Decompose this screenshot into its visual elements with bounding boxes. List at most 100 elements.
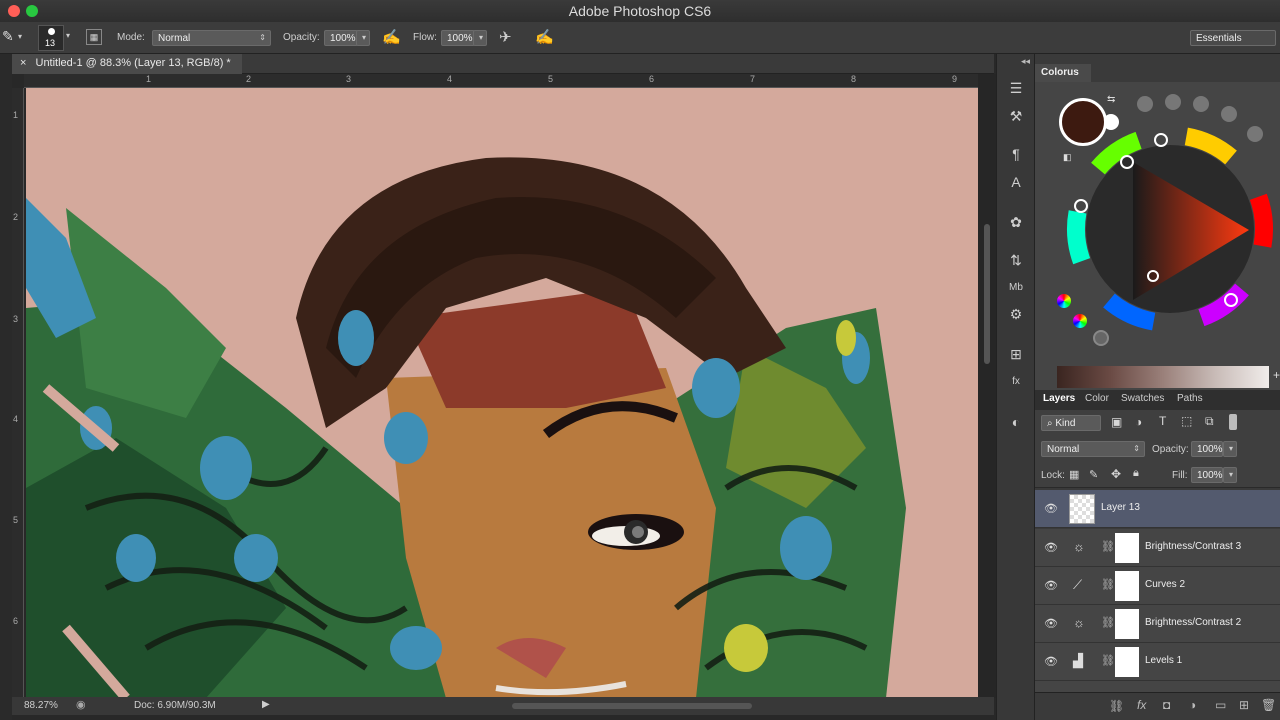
harmony-knob-icon[interactable] (1221, 106, 1237, 122)
filter-toggle-switch[interactable] (1229, 414, 1237, 430)
document-tab[interactable]: × Untitled-1 @ 88.3% (Layer 13, RGB/8) * (12, 54, 242, 74)
flow-input[interactable]: 100% (441, 30, 475, 46)
vertical-scrollbar-thumb[interactable] (984, 224, 990, 364)
layer-row[interactable]: 👁︎ ☼ ⛓︎ Brightness/Contrast 3 (1035, 529, 1280, 567)
lock-transparent-icon[interactable]: ▦ (1069, 468, 1079, 481)
chain-link-icon[interactable]: ⛓︎ (1101, 578, 1115, 591)
add-swatch-icon[interactable]: + (1273, 368, 1280, 382)
clone-source-icon[interactable]: ⚙ (1005, 304, 1027, 324)
sun-icon: ☼ (1073, 615, 1085, 630)
character-icon[interactable]: A (1005, 172, 1027, 192)
filter-pixel-icon[interactable]: ▣ (1111, 415, 1122, 429)
collapse-panels-icon[interactable]: ◂◂ (1021, 56, 1030, 67)
workspace-switcher[interactable]: Essentials (1190, 30, 1276, 46)
blend-mode-select[interactable]: Normal ⇕ (1041, 441, 1145, 457)
link-layers-icon[interactable]: ⛓︎ (1109, 699, 1124, 713)
layer-mask-thumbnail[interactable] (1115, 647, 1139, 677)
delete-layer-trash-icon[interactable]: 🗑︎ (1261, 698, 1276, 712)
actions-icon[interactable]: fx (1005, 372, 1027, 392)
navigator-icon[interactable]: ⊞ (1005, 344, 1027, 364)
mini-bridge-icon[interactable]: Mb (1005, 278, 1027, 298)
brush-tool-icon[interactable]: ✎ (2, 28, 14, 45)
layer-opacity-input[interactable]: 100% (1191, 441, 1223, 457)
ruler-tick-label: 3 (346, 74, 352, 84)
horizontal-scrollbar-thumb[interactable] (512, 703, 752, 709)
tab-color[interactable]: Color (1085, 393, 1109, 404)
layer-row[interactable]: 👁︎ ☼ ⛓︎ Brightness/Contrast 2 (1035, 605, 1280, 643)
brush-tip-icon (48, 28, 55, 35)
styles-icon[interactable]: ✿ (1005, 212, 1027, 232)
brush-preset-picker[interactable]: 13 (38, 25, 64, 51)
lock-position-icon[interactable]: ✥ (1111, 467, 1121, 481)
paragraph-icon[interactable]: ¶ (1005, 144, 1027, 164)
layer-mask-thumbnail[interactable] (1115, 533, 1139, 563)
visibility-eye-icon[interactable]: 👁︎ (1044, 655, 1058, 668)
sun-icon: ☼ (1073, 539, 1085, 554)
fill-slider-button[interactable]: ▾ (1223, 467, 1237, 483)
brush-picker-arrow-icon[interactable]: ▾ (66, 31, 70, 40)
tool-presets-icon[interactable]: ⚒ (1005, 106, 1027, 126)
visibility-eye-icon[interactable]: 👁︎ (1044, 579, 1058, 592)
new-adjustment-layer-icon[interactable]: ◑ (1189, 698, 1196, 712)
tool-preset-arrow-icon[interactable]: ▾ (18, 32, 22, 41)
color-wheel-panel-icon[interactable]: ◐ (1005, 412, 1027, 432)
shape-mode-icon[interactable] (1093, 330, 1109, 346)
layer-row[interactable]: 👁︎ ⟋ ⛓︎ Curves 2 (1035, 567, 1280, 605)
opacity-slider-button[interactable]: ▾ (356, 30, 370, 46)
mode-select[interactable]: Normal ⇕ (152, 30, 271, 46)
chain-link-icon[interactable]: ⛓︎ (1101, 616, 1115, 629)
history-icon[interactable]: ⇅ (1005, 250, 1027, 270)
layer-mask-thumbnail[interactable] (1115, 609, 1139, 639)
close-tab-icon[interactable]: × (20, 57, 26, 69)
visibility-eye-icon[interactable]: 👁︎ (1044, 502, 1058, 515)
tablet-pressure-size-icon[interactable]: ✍ (535, 28, 554, 46)
document-canvas[interactable] (26, 88, 978, 698)
layer-mask-thumbnail[interactable] (1115, 571, 1139, 601)
lock-all-icon[interactable]: 🔒︎ (1133, 467, 1139, 480)
color-mode-icon[interactable] (1057, 294, 1071, 308)
harmony-knob-icon[interactable] (1165, 94, 1181, 110)
layer-opacity-slider-button[interactable]: ▾ (1223, 441, 1237, 457)
airbrush-icon[interactable]: ✈ (499, 28, 512, 46)
filter-shape-icon[interactable]: ⬚ (1181, 414, 1192, 428)
new-group-folder-icon[interactable]: ▭ (1215, 698, 1226, 712)
tab-paths[interactable]: Paths (1177, 393, 1203, 404)
fill-input[interactable]: 100% (1191, 467, 1223, 483)
swap-colors-icon[interactable]: ⇆ (1107, 94, 1115, 105)
flow-slider-button[interactable]: ▾ (473, 30, 487, 46)
harmony-knob-icon[interactable] (1193, 96, 1209, 112)
share-icon[interactable]: ◉ (76, 698, 86, 711)
filter-kind-select[interactable]: ⌕ Kind (1041, 415, 1101, 431)
add-mask-icon[interactable]: ◘ (1163, 698, 1170, 712)
harmony-knob-icon[interactable] (1137, 96, 1153, 112)
filter-adjustment-icon[interactable]: ◑ (1135, 415, 1142, 429)
shade-strip[interactable] (1057, 366, 1269, 388)
ruler-tick-label: 9 (952, 74, 958, 84)
status-menu-arrow-icon[interactable]: ▶ (262, 699, 270, 710)
chain-link-icon[interactable]: ⛓︎ (1101, 540, 1115, 553)
chain-link-icon[interactable]: ⛓︎ (1101, 654, 1115, 667)
lock-image-icon[interactable]: ✎ (1089, 468, 1098, 481)
tab-layers[interactable]: Layers (1043, 393, 1075, 404)
tab-swatches[interactable]: Swatches (1121, 393, 1164, 404)
tablet-pressure-opacity-icon[interactable]: ✍ (382, 28, 401, 46)
color-mode-icon[interactable] (1073, 314, 1087, 328)
opacity-input[interactable]: 100% (324, 30, 358, 46)
new-layer-icon[interactable]: ⊞ (1239, 698, 1249, 712)
layer-row[interactable]: 👁︎ ▟ ⛓︎ Levels 1 (1035, 643, 1280, 681)
filter-smart-object-icon[interactable]: ⧉ (1205, 414, 1214, 429)
layer-row[interactable]: 👁︎ Layer 13 (1035, 490, 1280, 528)
brush-panel-toggle-icon[interactable]: ▦ (86, 29, 102, 45)
adjustments-sliders-icon[interactable]: ☰ (1005, 78, 1027, 98)
visibility-eye-icon[interactable]: 👁︎ (1044, 541, 1058, 554)
layer-style-fx-icon[interactable]: fx (1137, 698, 1146, 712)
layers-panel-tabs: Layers Color Swatches Paths (1035, 390, 1280, 410)
doc-size-info: Doc: 6.90M/90.3M (134, 700, 216, 711)
visibility-eye-icon[interactable]: 👁︎ (1044, 617, 1058, 630)
color-wheel[interactable] (1063, 122, 1277, 336)
zoom-level[interactable]: 88.27% (24, 700, 58, 711)
filter-type-icon[interactable]: T (1159, 414, 1166, 428)
ruler-tick-label: 1 (13, 110, 19, 120)
harmony-knob-icon[interactable] (1247, 126, 1263, 142)
colorus-tab[interactable]: Colorus (1035, 64, 1091, 82)
